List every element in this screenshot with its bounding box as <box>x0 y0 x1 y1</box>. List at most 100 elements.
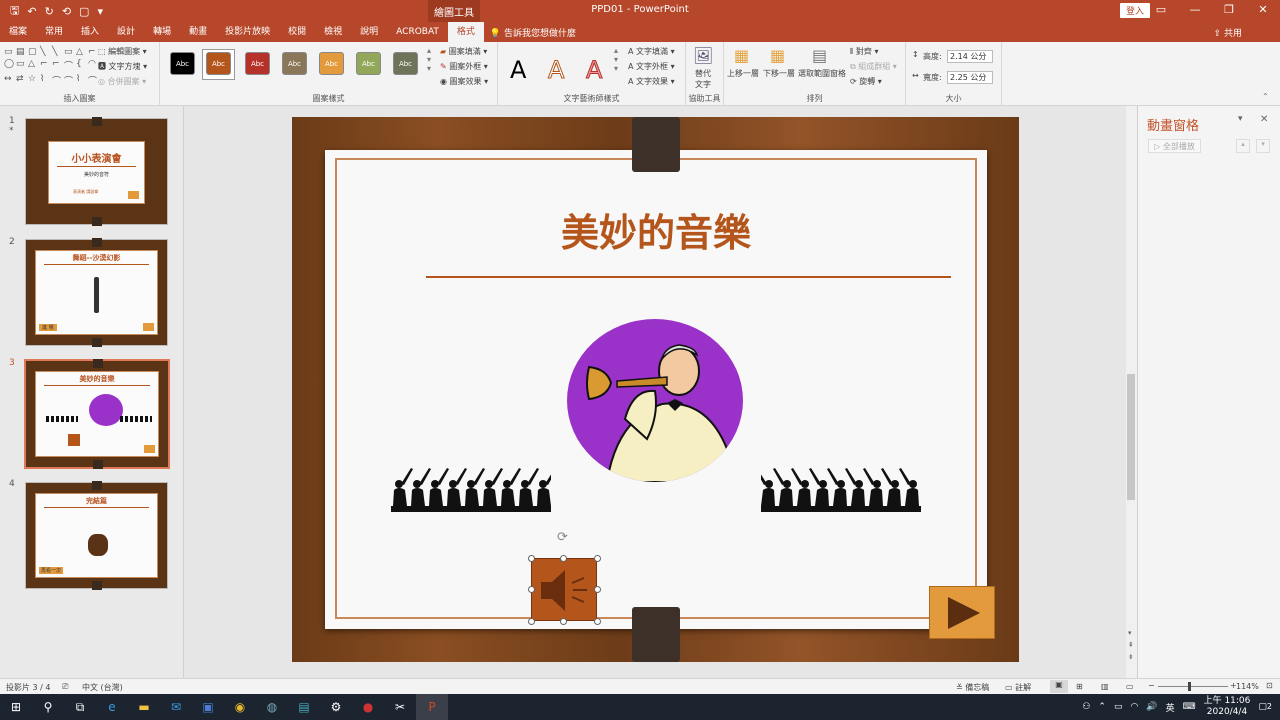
language-indicator[interactable]: 中文 (台灣) <box>82 682 123 693</box>
height-input[interactable]: 2.14 公分 <box>947 50 993 63</box>
scroll-thumb[interactable] <box>1127 374 1135 500</box>
shape-style-orange[interactable]: Abc <box>206 52 231 75</box>
rotate-button[interactable]: ⟳ 旋轉 ▾ <box>850 76 882 87</box>
collapse-ribbon-icon[interactable]: ⌃ <box>1262 92 1269 101</box>
close-icon[interactable]: ✕ <box>1246 0 1280 22</box>
ribbon-display-icon[interactable]: ▭ <box>1144 0 1178 22</box>
notification-icon[interactable]: ▢2 <box>1258 702 1272 712</box>
shape-style-green[interactable]: Abc <box>356 52 381 75</box>
minimize-icon[interactable]: — <box>1178 0 1212 22</box>
shape-fill-button[interactable]: ▰ 圖案填滿 ▾ <box>440 46 487 57</box>
resize-handle[interactable] <box>560 555 567 562</box>
tell-me-box[interactable]: 💡 告訴我您想做什麼 <box>490 26 576 39</box>
resize-handle[interactable] <box>560 618 567 625</box>
selection-pane-button[interactable]: 選取範圍窗格 <box>798 68 846 79</box>
tab-review[interactable]: 校閱 <box>279 22 315 42</box>
tab-home[interactable]: 常用 <box>36 22 72 42</box>
trumpeters-left-clipart[interactable] <box>391 466 551 514</box>
next-slide-button[interactable] <box>929 586 995 639</box>
reading-view-icon[interactable]: ▥ <box>1101 682 1109 691</box>
trumpeters-right-clipart[interactable] <box>761 466 921 514</box>
recorder-icon[interactable]: ● <box>352 694 384 720</box>
tab-acrobat[interactable]: ACROBAT <box>387 22 448 42</box>
vertical-scrollbar[interactable]: ▾ ⇞ ⇟ <box>1126 106 1137 678</box>
comments-button[interactable]: ▭ 註解 <box>1005 682 1031 693</box>
volume-icon[interactable]: 🔊 <box>1146 702 1157 712</box>
next-slide-icon[interactable]: ⇟ <box>1128 653 1134 661</box>
align-button[interactable]: ⫴ 對齊 ▾ <box>850 46 878 57</box>
edit-shape-button[interactable]: ⬚ 編輯圖案 ▾ <box>98 46 147 57</box>
audio-icon-selected[interactable] <box>531 558 597 621</box>
search-icon[interactable]: ⚲ <box>32 694 64 720</box>
selection-pane-icon[interactable]: ▤ <box>812 46 827 65</box>
trumpet-player-clipart[interactable] <box>567 319 743 482</box>
chrome-icon[interactable]: ◉ <box>224 694 256 720</box>
resize-handle[interactable] <box>528 555 535 562</box>
wordart-style-red[interactable]: A <box>585 56 602 85</box>
clock[interactable]: 上午 11:06 2020/4/4 <box>1204 696 1251 718</box>
rotate-handle-icon[interactable]: ⟳ <box>557 530 568 545</box>
sorter-view-icon[interactable]: ⊞ <box>1076 682 1083 691</box>
thumbnail-slide-2[interactable]: 舞蹈--沙漠幻影 進 場 <box>25 238 168 347</box>
alt-text-icon[interactable]: 🖼 <box>693 46 713 65</box>
text-fill-button[interactable]: A 文字填滿 ▾ <box>628 46 675 57</box>
store-icon[interactable]: ▤ <box>288 694 320 720</box>
bring-forward-icon[interactable]: ▦ <box>734 46 749 65</box>
shape-style-olive[interactable]: Abc <box>393 52 418 75</box>
restore-icon[interactable]: ❐ <box>1212 0 1246 22</box>
shape-effects-button[interactable]: ◉ 圖案效果 ▾ <box>440 76 488 87</box>
zoom-slider[interactable] <box>1158 686 1228 687</box>
play-all-button[interactable]: ▷ 全部播放 <box>1148 139 1201 153</box>
resize-handle[interactable] <box>594 555 601 562</box>
notes-button[interactable]: ≚ 備忘稿 <box>956 682 989 693</box>
move-down-icon[interactable]: ▾ <box>1256 139 1270 153</box>
tab-help[interactable]: 說明 <box>351 22 387 42</box>
text-box-button[interactable]: 🅰 文字方塊 ▾ <box>98 61 147 72</box>
alt-text-button[interactable]: 替代 文字 <box>695 68 711 90</box>
zoom-slider-thumb[interactable] <box>1188 682 1191 691</box>
fit-to-window-icon[interactable]: ⊡ <box>1266 681 1273 690</box>
send-backward-icon[interactable]: ▦ <box>770 46 785 65</box>
shape-style-brown[interactable]: Abc <box>282 52 307 75</box>
mail-icon[interactable]: ✉ <box>160 694 192 720</box>
wordart-style-black[interactable]: A <box>510 56 526 84</box>
powerpoint-icon[interactable]: P <box>416 694 448 720</box>
resize-handle[interactable] <box>594 586 601 593</box>
shape-style-red[interactable]: Abc <box>245 52 270 75</box>
shape-outline-button[interactable]: ✎ 圖案外框 ▾ <box>440 61 488 72</box>
tab-file[interactable]: 檔案 <box>0 22 36 42</box>
share-button[interactable]: ⇪ 共用 <box>1214 26 1242 39</box>
app-icon[interactable]: ◍ <box>256 694 288 720</box>
snip-icon[interactable]: ✂ <box>384 694 416 720</box>
tab-insert[interactable]: 插入 <box>72 22 108 42</box>
settings-icon[interactable]: ⚙ <box>320 694 352 720</box>
group-button[interactable]: ⧉ 組成群組 ▾ <box>850 61 897 72</box>
move-up-icon[interactable]: ▴ <box>1236 139 1250 153</box>
shape-style-black[interactable]: Abc <box>170 52 195 75</box>
scroll-down-icon[interactable]: ▾ <box>1128 629 1132 637</box>
shape-style-gold[interactable]: Abc <box>319 52 344 75</box>
thumbnail-slide-4[interactable]: 完結篇 再看一次 <box>25 481 168 590</box>
merge-shapes-button[interactable]: ◎ 合併圖案 ▾ <box>98 76 146 87</box>
ime-indicator[interactable]: 英 <box>1166 701 1175 714</box>
pane-options-icon[interactable]: ▾ <box>1238 114 1243 124</box>
windows-start-icon[interactable]: ⊞ <box>0 694 32 720</box>
text-effects-button[interactable]: A 文字效果 ▾ <box>628 76 675 87</box>
resize-handle[interactable] <box>594 618 601 625</box>
wordart-gallery-scroll[interactable]: ▴ ▾ ▾ <box>614 46 618 73</box>
people-icon[interactable]: ⚇ <box>1082 702 1090 712</box>
tab-slideshow[interactable]: 投影片放映 <box>216 22 279 42</box>
send-backward-button[interactable]: 下移一層 <box>763 68 795 79</box>
keyboard-icon[interactable]: ⌨ <box>1183 702 1196 712</box>
save-app-icon[interactable]: ▣ <box>192 694 224 720</box>
thumbnail-slide-3[interactable]: 美妙的音樂 <box>24 359 170 469</box>
current-slide[interactable]: 美妙的音樂 ⟳ <box>292 117 1019 662</box>
resize-handle[interactable] <box>528 618 535 625</box>
tab-format[interactable]: 格式 <box>447 22 484 42</box>
spellcheck-icon[interactable]: ⎚ <box>62 682 68 692</box>
tab-view[interactable]: 檢視 <box>315 22 351 42</box>
resize-handle[interactable] <box>528 586 535 593</box>
file-explorer-icon[interactable]: ▬ <box>128 694 160 720</box>
gallery-scroll[interactable]: ▴ ▾ ▾ <box>427 46 431 73</box>
thumbnail-slide-1[interactable]: 小小表演會 美妙的音符 表演者 請鼓掌 <box>25 117 168 226</box>
